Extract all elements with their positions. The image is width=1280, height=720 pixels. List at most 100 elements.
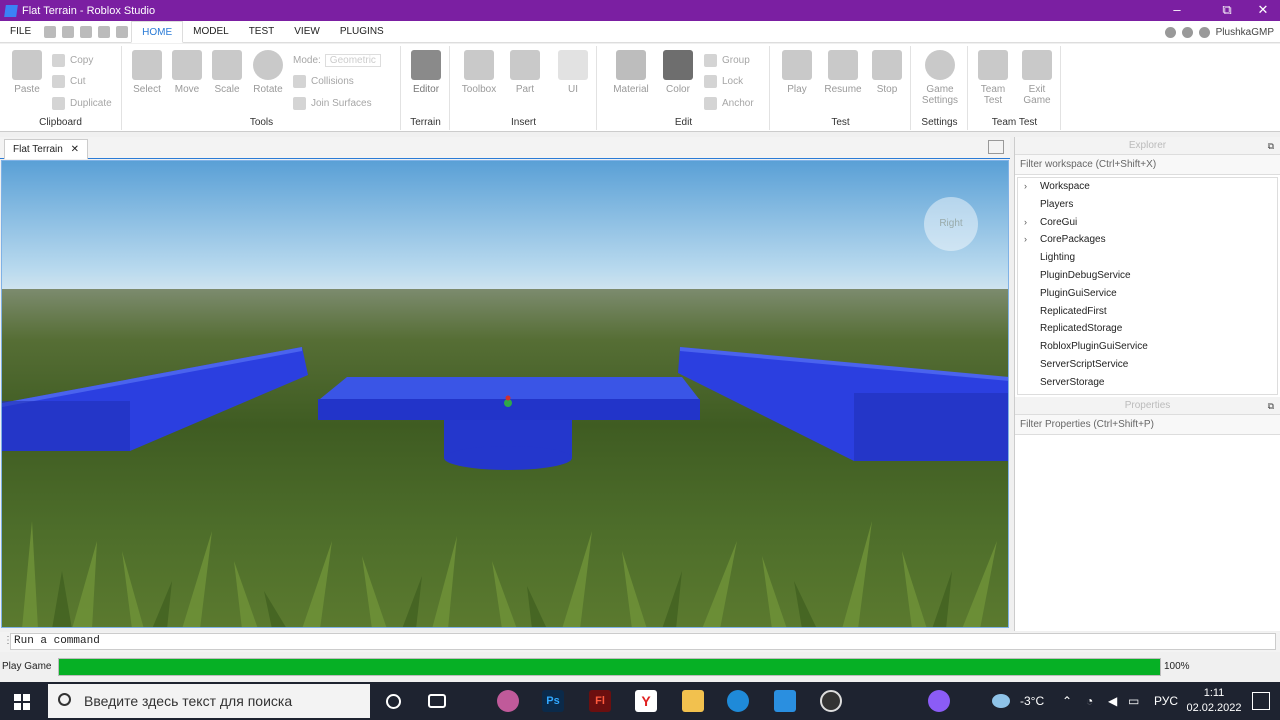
explorer-item[interactable]: PluginGuiService xyxy=(1018,285,1277,303)
weather-icon[interactable] xyxy=(992,694,1010,708)
mode-selector[interactable]: Mode: Geometric xyxy=(293,52,381,68)
clock-time: 1:11 xyxy=(1203,687,1225,699)
alice-icon[interactable] xyxy=(928,690,950,712)
view-orientation-gizmo[interactable]: Right xyxy=(924,197,978,251)
copy-button[interactable]: Copy xyxy=(52,52,93,68)
expand-arrow-icon[interactable]: › xyxy=(1024,214,1027,232)
rotate-button[interactable]: Rotate xyxy=(249,50,287,95)
photoshop-icon[interactable]: Ps xyxy=(542,690,564,712)
expand-arrow-icon[interactable]: › xyxy=(1024,178,1027,196)
color-label: Color xyxy=(666,84,690,95)
panel-dock-icon[interactable]: ⧉ xyxy=(1268,137,1274,155)
properties-filter-input[interactable]: Filter Properties (Ctrl+Shift+P) xyxy=(1015,415,1280,435)
roblox-studio-icon[interactable] xyxy=(774,690,796,712)
toolbox-button[interactable]: Toolbox xyxy=(457,50,501,95)
minimize-button[interactable]: – xyxy=(1160,0,1194,21)
taskbar-search[interactable]: Введите здесь текст для поиска xyxy=(48,684,370,718)
chevron-up-icon[interactable]: ⌃ xyxy=(1062,682,1072,720)
tab-home[interactable]: HOME xyxy=(131,20,184,43)
explorer-item[interactable]: › Workspace xyxy=(1018,178,1277,196)
move-button[interactable]: Move xyxy=(169,50,205,95)
explorer-item-label: Players xyxy=(1040,198,1074,210)
join-surfaces-toggle[interactable]: Join Surfaces xyxy=(293,95,372,111)
snipping-tool-icon[interactable] xyxy=(497,690,519,712)
resume-button[interactable]: Resume xyxy=(821,50,865,95)
close-tab-icon[interactable]: ✕ xyxy=(71,144,79,155)
edge-icon[interactable] xyxy=(727,690,749,712)
anchor-button[interactable]: Anchor xyxy=(704,95,754,111)
explorer-item[interactable]: ReplicatedFirst xyxy=(1018,303,1277,321)
search-placeholder: Введите здесь текст для поиска xyxy=(84,693,293,709)
edit-group: Material Color Group Lock Anchor Edit xyxy=(598,46,770,130)
duplicate-button[interactable]: Duplicate xyxy=(52,95,112,111)
maximize-button[interactable]: ⧉ xyxy=(1210,0,1244,21)
explorer-item[interactable]: ServerScriptService xyxy=(1018,356,1277,374)
task-view-icon[interactable] xyxy=(428,694,446,708)
ui-button[interactable]: UI xyxy=(555,50,591,95)
save-icon[interactable] xyxy=(44,25,57,38)
select-button[interactable]: Select xyxy=(129,50,165,95)
tab-test[interactable]: TEST xyxy=(239,21,285,43)
obs-icon[interactable] xyxy=(820,690,842,712)
explorer-item[interactable]: ReplicatedStorage xyxy=(1018,320,1277,338)
material-button[interactable]: Material xyxy=(608,50,654,95)
cut-button[interactable]: Cut xyxy=(52,73,86,89)
3d-viewport[interactable]: Right xyxy=(1,160,1009,628)
volume-icon[interactable]: ◀ xyxy=(1108,682,1117,720)
battery-icon[interactable]: ▭ xyxy=(1128,682,1139,720)
tools-group-label: Tools xyxy=(249,117,274,128)
game-settings-button[interactable]: Game Settings xyxy=(916,50,964,106)
explorer-item[interactable]: › CorePackages xyxy=(1018,231,1277,249)
undo-icon[interactable] xyxy=(62,25,75,38)
notifications-icon[interactable] xyxy=(1252,692,1270,710)
command-input[interactable]: Run a command xyxy=(10,633,1276,650)
paste-button[interactable]: Paste xyxy=(8,50,46,95)
tab-plugins[interactable]: PLUGINS xyxy=(330,21,394,43)
tab-view[interactable]: VIEW xyxy=(284,21,330,43)
play-button[interactable]: Play xyxy=(777,50,817,95)
terrain-editor-button[interactable]: Editor xyxy=(408,50,444,95)
explorer-item[interactable]: Players xyxy=(1018,196,1277,214)
language-indicator[interactable]: РУС xyxy=(1154,682,1178,720)
part-button[interactable]: Part xyxy=(507,50,543,95)
explorer-filter-input[interactable]: Filter workspace (Ctrl+Shift+X) xyxy=(1015,155,1280,175)
mode-dropdown[interactable]: Geometric xyxy=(324,53,381,67)
yandex-browser-icon[interactable]: Y xyxy=(635,690,657,712)
close-button[interactable]: ✕ xyxy=(1246,0,1280,21)
file-explorer-icon[interactable] xyxy=(682,690,704,712)
color-button[interactable]: Color xyxy=(660,50,696,95)
exit-game-button[interactable]: Exit Game xyxy=(1017,50,1057,106)
cursor-icon xyxy=(132,50,162,80)
clock[interactable]: 1:11 02.02.2022 xyxy=(1186,686,1242,716)
share-icon[interactable] xyxy=(1198,26,1210,38)
panel-dock-icon[interactable]: ⧉ xyxy=(1268,397,1274,415)
scale-button[interactable]: Scale xyxy=(209,50,245,95)
stop-button[interactable]: Stop xyxy=(869,50,905,95)
stop-icon[interactable] xyxy=(98,25,111,38)
explorer-item[interactable]: › CoreGui xyxy=(1018,214,1277,232)
cortana-icon[interactable] xyxy=(386,694,401,709)
lock-button[interactable]: Lock xyxy=(704,73,743,89)
network-icon[interactable]: ◔ xyxy=(1086,682,1093,720)
group-button[interactable]: Group xyxy=(704,52,750,68)
tab-flat-terrain[interactable]: Flat Terrain ✕ xyxy=(4,139,89,159)
explorer-item[interactable]: RobloxPluginGuiService xyxy=(1018,338,1277,356)
collisions-toggle[interactable]: Collisions xyxy=(293,73,354,89)
help-icon[interactable] xyxy=(1181,26,1193,38)
explorer-item[interactable]: PluginDebugService xyxy=(1018,267,1277,285)
expand-arrow-icon[interactable]: › xyxy=(1024,231,1027,249)
tab-model[interactable]: MODEL xyxy=(183,21,239,43)
cloud-icon[interactable] xyxy=(1164,26,1176,38)
explorer-item[interactable]: ServerStorage xyxy=(1018,374,1277,392)
username[interactable]: PlushkaGMP xyxy=(1216,27,1274,38)
flash-icon[interactable]: Fl xyxy=(589,690,611,712)
windows-start-icon[interactable] xyxy=(14,694,30,710)
maximize-viewport-icon[interactable] xyxy=(988,140,1004,154)
weather-temp[interactable]: -3°C xyxy=(1020,682,1044,720)
tab-file[interactable]: FILE xyxy=(0,21,41,43)
explorer-item[interactable]: Lighting xyxy=(1018,249,1277,267)
undo-icon[interactable] xyxy=(116,25,129,38)
redo-icon[interactable] xyxy=(80,25,93,38)
team-test-button[interactable]: Team Test xyxy=(973,50,1013,106)
collisions-label: Collisions xyxy=(311,75,354,87)
